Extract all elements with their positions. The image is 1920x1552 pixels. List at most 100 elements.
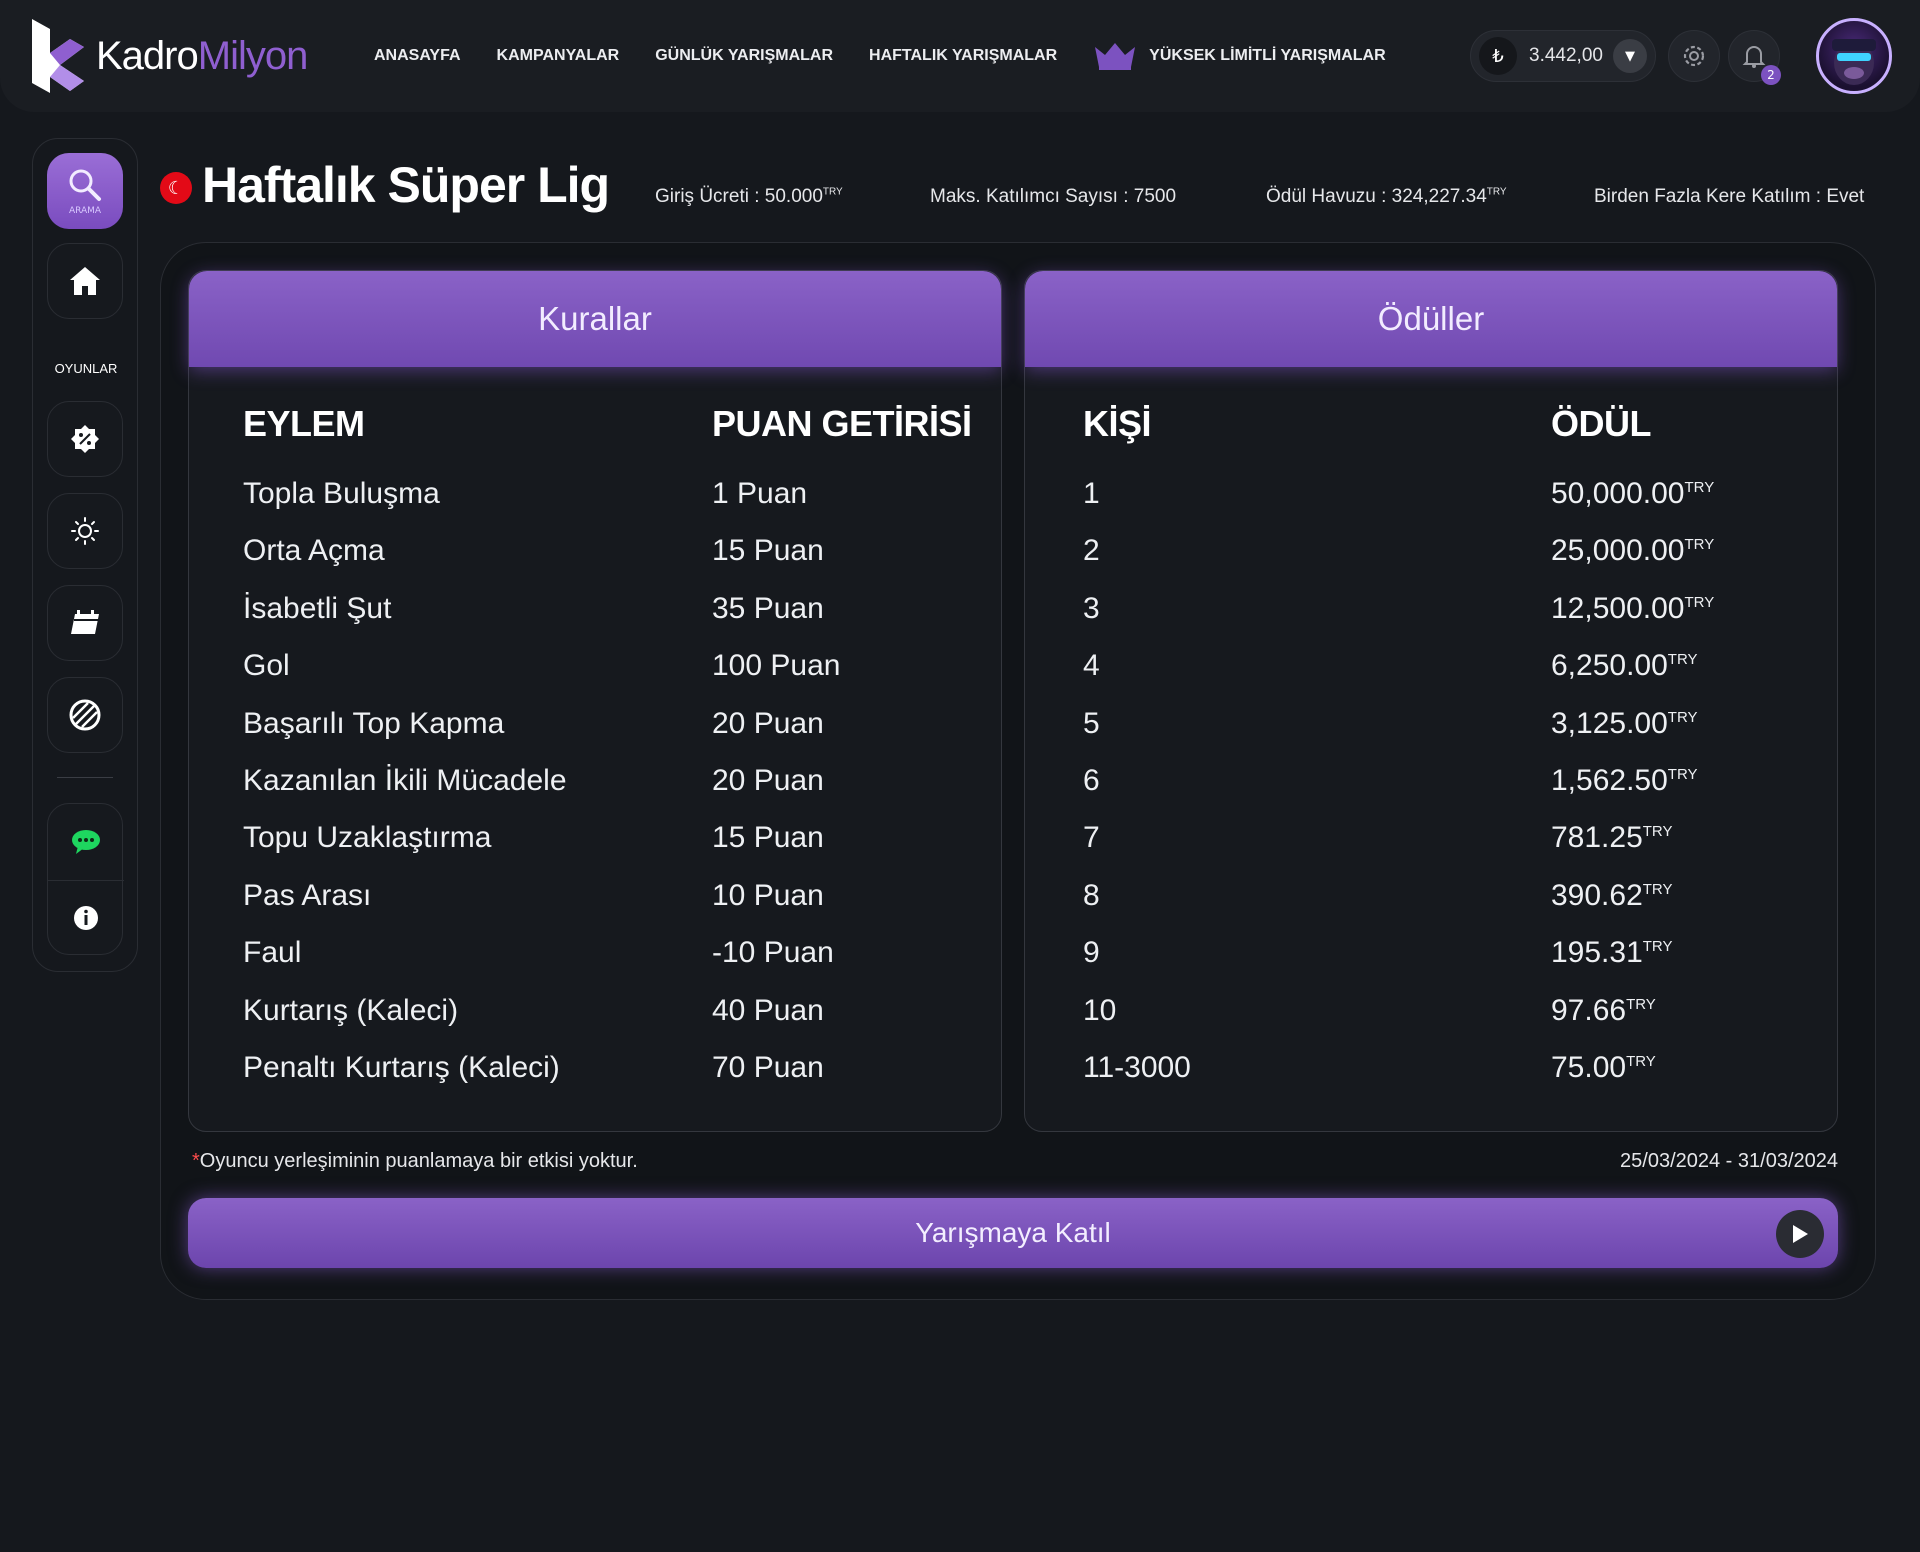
prize-amount: 1,562.50TRY bbox=[1551, 764, 1698, 798]
nav-high-limit-label: YÜKSEK LİMİTLİ YARIŞMALAR bbox=[1149, 47, 1386, 64]
prize-value: 3,125.00 bbox=[1551, 706, 1668, 740]
rule-action: Topu Uzaklaştırma bbox=[243, 821, 492, 855]
multi-entry: Birden Fazla Kere Katılım : Evet bbox=[1594, 186, 1865, 207]
user-avatar[interactable] bbox=[1816, 18, 1892, 94]
rule-row: İsabetli Şut 35 Puan bbox=[189, 592, 1001, 649]
home-icon bbox=[70, 267, 100, 295]
sun-icon bbox=[71, 517, 99, 545]
prize-value: 75.00 bbox=[1551, 1051, 1627, 1084]
sidebar-search-button[interactable]: ARAMA bbox=[47, 153, 123, 229]
chat-icon bbox=[72, 830, 100, 854]
prize-rank: 1 bbox=[1083, 477, 1100, 510]
prize-amount: 97.66TRY bbox=[1551, 994, 1656, 1028]
rule-action: Başarılı Top Kapma bbox=[243, 706, 505, 740]
sidebar-discount-button[interactable] bbox=[47, 401, 123, 477]
prize-currency: TRY bbox=[1642, 938, 1673, 956]
prize-amount: 781.25TRY bbox=[1551, 821, 1673, 855]
nav-high-limit-contests[interactable]: YÜKSEK LİMİTLİ YARIŞMALAR bbox=[1093, 41, 1386, 71]
prizes-header: Ödüller bbox=[1025, 271, 1837, 367]
sidebar-divider bbox=[57, 777, 113, 778]
notifications-button[interactable]: 2 bbox=[1728, 30, 1781, 85]
prize-pool-value: Ödül Havuzu : 324,227.34 bbox=[1266, 186, 1487, 207]
prize-row: 2 25,000.00TRY bbox=[1025, 534, 1837, 591]
crown-icon bbox=[1095, 43, 1136, 70]
wallet-balance[interactable]: ₺ 3.442,00 ▼ bbox=[1470, 30, 1656, 82]
gear-icon bbox=[1683, 45, 1705, 67]
brand-logo[interactable]: KadroMilyon bbox=[30, 16, 309, 96]
rule-action: Orta Açma bbox=[243, 534, 385, 568]
nav-daily-contests[interactable]: GÜNLÜK YARIŞMALAR bbox=[655, 47, 833, 65]
nav-campaigns[interactable]: KAMPANYALAR bbox=[497, 47, 620, 65]
rule-points: 10 Puan bbox=[712, 878, 824, 912]
prize-value: 6,250.00 bbox=[1551, 649, 1668, 683]
rule-row: Orta Açma 15 Puan bbox=[189, 534, 1001, 591]
nav-weekly-contests[interactable]: HAFTALIK YARIŞMALAR bbox=[869, 47, 1057, 65]
prize-pool: Ödül Havuzu : 324,227.34TRY bbox=[1266, 186, 1507, 208]
ball-icon bbox=[69, 699, 101, 731]
sidebar-chat-button[interactable] bbox=[48, 804, 124, 880]
chevron-down-icon[interactable]: ▼ bbox=[1613, 39, 1647, 73]
sidebar-home-button[interactable] bbox=[47, 243, 123, 319]
prize-amount: 75.00TRY bbox=[1551, 1051, 1656, 1085]
page-title: Haftalık Süper Lig bbox=[202, 157, 610, 213]
main-nav: ANASAYFA KAMPANYALAR GÜNLÜK YARIŞMALAR H… bbox=[374, 0, 1422, 112]
rule-row: Topla Buluşma 1 Puan bbox=[189, 477, 1001, 534]
prize-currency: TRY bbox=[1642, 880, 1673, 898]
rule-action: Kazanılan İkili Mücadele bbox=[243, 764, 567, 797]
prize-currency: TRY bbox=[1684, 479, 1715, 496]
sidebar-weekly-button[interactable] bbox=[47, 585, 123, 661]
discount-icon bbox=[71, 425, 99, 453]
sidebar-vip-button[interactable] bbox=[47, 677, 123, 753]
settings-button[interactable] bbox=[1668, 30, 1720, 82]
prizes-col-rank: KİŞİ bbox=[1083, 403, 1152, 444]
join-contest-button[interactable]: Yarışmaya Katıl bbox=[188, 1198, 1838, 1268]
rule-points: -10 Puan bbox=[712, 936, 834, 970]
play-triangle bbox=[1793, 1225, 1808, 1243]
rule-points: 35 Puan bbox=[712, 591, 824, 625]
prize-amount: 3,125.00TRY bbox=[1551, 707, 1698, 741]
balance-value: 3.442,00 bbox=[1529, 45, 1603, 66]
logo-icon bbox=[32, 19, 84, 93]
prize-rank: 8 bbox=[1083, 878, 1100, 912]
sidebar-support-group bbox=[47, 803, 124, 956]
sidebar-daily-button[interactable] bbox=[47, 493, 123, 569]
rule-points: 15 Puan bbox=[712, 534, 824, 568]
prize-value: 12,500.00 bbox=[1551, 591, 1685, 625]
prize-currency: TRY bbox=[1667, 651, 1698, 669]
brand-name-part1: Kadro bbox=[96, 33, 199, 78]
note-asterisk: * bbox=[192, 1150, 200, 1172]
max-participants: Maks. Katılımcı Sayısı : 7500 bbox=[930, 186, 1177, 207]
rule-row: Topu Uzaklaştırma 15 Puan bbox=[189, 821, 1001, 878]
prize-row: 7 781.25TRY bbox=[1025, 821, 1837, 878]
rule-action: Topla Buluşma bbox=[243, 477, 440, 510]
prize-amount: 12,500.00TRY bbox=[1551, 592, 1714, 626]
rule-row: Kurtarış (Kaleci) 40 Puan bbox=[189, 994, 1001, 1051]
entry-fee: Giriş Ücreti : 50.000TRY bbox=[655, 186, 843, 208]
prize-row: 8 390.62TRY bbox=[1025, 879, 1837, 936]
prize-amount: 25,000.00TRY bbox=[1551, 534, 1714, 568]
placement-note: *Oyuncu yerleşiminin puanlamaya bir etki… bbox=[192, 1150, 638, 1173]
play-icon[interactable] bbox=[1776, 1210, 1824, 1258]
prize-rank: 3 bbox=[1083, 591, 1100, 625]
lira-coin-icon: ₺ bbox=[1479, 37, 1517, 75]
sidebar-info-button[interactable] bbox=[48, 880, 124, 956]
prize-value: 390.62 bbox=[1551, 878, 1643, 912]
prize-currency: TRY bbox=[1626, 995, 1656, 1013]
prize-value: 1,562.50 bbox=[1551, 764, 1668, 797]
rule-row: Kazanılan İkili Mücadele 20 Puan bbox=[189, 764, 1001, 821]
prize-row: 3 12,500.00TRY bbox=[1025, 592, 1837, 649]
info-icon bbox=[74, 906, 98, 930]
prize-amount: 6,250.00TRY bbox=[1551, 649, 1698, 683]
prize-value: 195.31 bbox=[1551, 936, 1643, 970]
prize-rank: 2 bbox=[1083, 534, 1100, 568]
prizes-panel: Ödüller KİŞİ ÖDÜL 1 50,000.00TRY 2 25,000.0… bbox=[1024, 270, 1838, 1132]
prize-currency: TRY bbox=[1667, 766, 1698, 783]
prize-rank: 11-3000 bbox=[1083, 1051, 1191, 1084]
prize-row: 10 97.66TRY bbox=[1025, 994, 1837, 1051]
brand-name-part2: Milyon bbox=[197, 33, 309, 78]
top-navigation-bar: KadroMilyon ANASAYFA KAMPANYALAR GÜNLÜK … bbox=[0, 0, 1920, 112]
nav-home[interactable]: ANASAYFA bbox=[374, 47, 461, 65]
prize-rank: 5 bbox=[1083, 706, 1100, 740]
sidebar: ARAMA OYUNLAR bbox=[32, 138, 138, 972]
rule-points: 40 Puan bbox=[712, 993, 824, 1027]
